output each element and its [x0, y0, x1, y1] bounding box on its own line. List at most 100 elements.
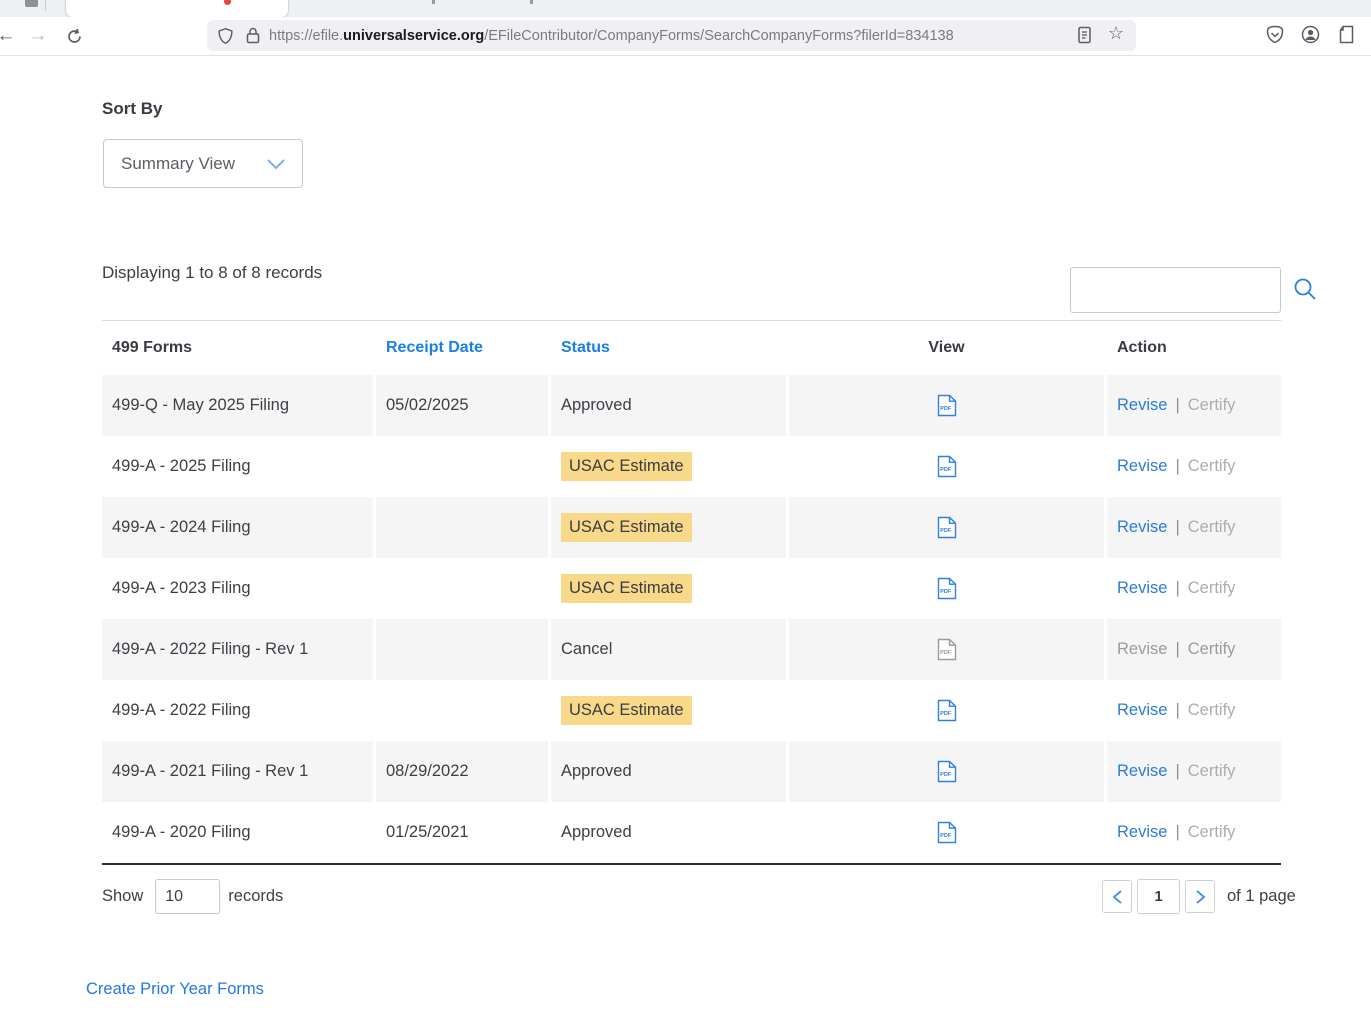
view-cell: PDF [789, 619, 1104, 680]
records-summary: Displaying 1 to 8 of 8 records [102, 263, 322, 283]
privacy-shield-icon[interactable] [1266, 25, 1284, 49]
revise-link[interactable]: Revise [1117, 457, 1167, 476]
table-row: 499-A - 2021 Filing - Rev 108/29/2022App… [102, 741, 1281, 802]
pdf-icon[interactable]: PDF [937, 760, 957, 783]
reload-icon [66, 28, 83, 45]
revise-link[interactable]: Revise [1117, 823, 1167, 842]
view-cell: PDF [789, 680, 1104, 741]
view-cell: PDF [789, 497, 1104, 558]
tab-divider [45, 0, 46, 11]
table-row: 499-A - 2020 Filing01/25/2021ApprovedPDF… [102, 802, 1281, 863]
search-icon[interactable] [1292, 277, 1318, 303]
table-header-row: 499 Forms Receipt Date Status View Actio… [102, 320, 1281, 375]
receipt-date [376, 619, 548, 680]
status-cell: USAC Estimate [551, 680, 786, 741]
view-cell: PDF [789, 802, 1104, 863]
action-separator: | [1175, 457, 1179, 476]
view-cell: PDF [789, 558, 1104, 619]
certify-link: Certify [1188, 518, 1236, 537]
revise-link[interactable]: Revise [1117, 579, 1167, 598]
back-button[interactable]: ← [0, 24, 18, 48]
browser-tab[interactable] [65, 0, 289, 18]
status-text: Approved [561, 762, 632, 781]
action-cell: Revise|Certify [1107, 558, 1281, 619]
action-separator: | [1175, 396, 1179, 415]
header-status-sort[interactable]: Status [551, 321, 786, 375]
status-text: Cancel [561, 640, 612, 659]
svg-text:PDF: PDF [940, 528, 952, 534]
pdf-icon[interactable]: PDF [937, 699, 957, 722]
browser-tab-strip [0, 0, 1371, 17]
url-bar[interactable]: https://efile.universalservice.org/EFile… [207, 20, 1136, 51]
search-input[interactable] [1081, 267, 1292, 313]
page-size-control: Show records [102, 879, 283, 914]
certify-link: Certify [1188, 396, 1236, 415]
action-cell: Revise|Certify [1107, 619, 1281, 680]
url-text: https://efile.universalservice.org/EFile… [269, 28, 954, 44]
lock-icon[interactable] [246, 27, 260, 44]
action-separator: | [1175, 762, 1179, 781]
bookmark-star-icon[interactable]: ☆ [1108, 23, 1124, 44]
header-499-forms: 499 Forms [102, 321, 373, 375]
pdf-icon[interactable]: PDF [937, 455, 957, 478]
receipt-date: 05/02/2025 [376, 375, 548, 436]
action-cell: Revise | Certify [1107, 741, 1281, 802]
form-name: 499-A - 2025 Filing [102, 436, 373, 497]
chevron-right-icon [1194, 889, 1207, 905]
status-badge: USAC Estimate [561, 452, 692, 481]
library-sidebar-icon[interactable] [1338, 25, 1355, 49]
revise-link[interactable]: Revise [1117, 762, 1167, 781]
search-box [1070, 267, 1281, 313]
reader-mode-icon[interactable] [1077, 26, 1092, 49]
pdf-icon[interactable]: PDF [937, 394, 957, 417]
svg-text:PDF: PDF [940, 406, 952, 412]
status-text: Approved [561, 396, 632, 415]
receipt-date [376, 558, 548, 619]
revise-link[interactable]: Revise [1117, 701, 1167, 720]
forward-button[interactable]: → [26, 24, 50, 48]
status-cell: Approved [551, 375, 786, 436]
revise-link[interactable]: Revise [1117, 518, 1167, 537]
certify-link: Certify [1188, 640, 1236, 659]
sort-view-dropdown[interactable]: Summary View [103, 139, 303, 188]
forms-table: 499 Forms Receipt Date Status View Actio… [102, 320, 1281, 865]
create-prior-year-forms-link[interactable]: Create Prior Year Forms [86, 980, 264, 999]
status-cell: USAC Estimate [551, 436, 786, 497]
certify-link: Certify [1188, 579, 1236, 598]
svg-text:PDF: PDF [940, 650, 952, 656]
table-row: 499-A - 2025 Filing USAC Estimate PDF Revis… [102, 436, 1281, 497]
pdf-icon[interactable]: PDF [937, 577, 957, 600]
current-page-input[interactable] [1137, 879, 1180, 914]
receipt-date [376, 680, 548, 741]
pdf-icon: PDF [937, 638, 957, 661]
action-cell: Revise|Certify [1107, 680, 1281, 741]
header-view: View [789, 321, 1104, 375]
receipt-date: 08/29/2022 [376, 741, 548, 802]
svg-text:PDF: PDF [940, 711, 952, 717]
header-receipt-date-sort[interactable]: Receipt Date [376, 321, 548, 375]
action-cell: Revise|Certify [1107, 802, 1281, 863]
view-cell: PDF [789, 436, 1104, 497]
view-cell: PDF [789, 375, 1104, 436]
action-separator: | [1175, 640, 1179, 659]
certify-link: Certify [1188, 823, 1236, 842]
svg-text:PDF: PDF [940, 772, 952, 778]
account-icon[interactable] [1301, 25, 1320, 49]
previous-page-button[interactable] [1102, 880, 1132, 913]
status-cell: Cancel [551, 619, 786, 680]
action-separator: | [1175, 518, 1179, 537]
certify-link: Certify [1188, 762, 1236, 781]
page-size-input[interactable] [155, 879, 220, 914]
chevron-down-icon [266, 158, 286, 170]
pdf-icon[interactable]: PDF [937, 516, 957, 539]
status-badge: USAC Estimate [561, 574, 692, 603]
action-cell: Revise|Certify [1107, 436, 1281, 497]
action-cell: Revise | Certify [1107, 497, 1281, 558]
revise-link[interactable]: Revise [1117, 396, 1167, 415]
pdf-icon[interactable]: PDF [937, 821, 957, 844]
svg-text:PDF: PDF [940, 467, 952, 473]
table-row: 499-A - 2024 FilingUSAC EstimatePDFRevis… [102, 497, 1281, 558]
shield-icon[interactable] [218, 27, 233, 45]
reload-button[interactable] [62, 24, 86, 48]
next-page-button[interactable] [1185, 880, 1215, 913]
